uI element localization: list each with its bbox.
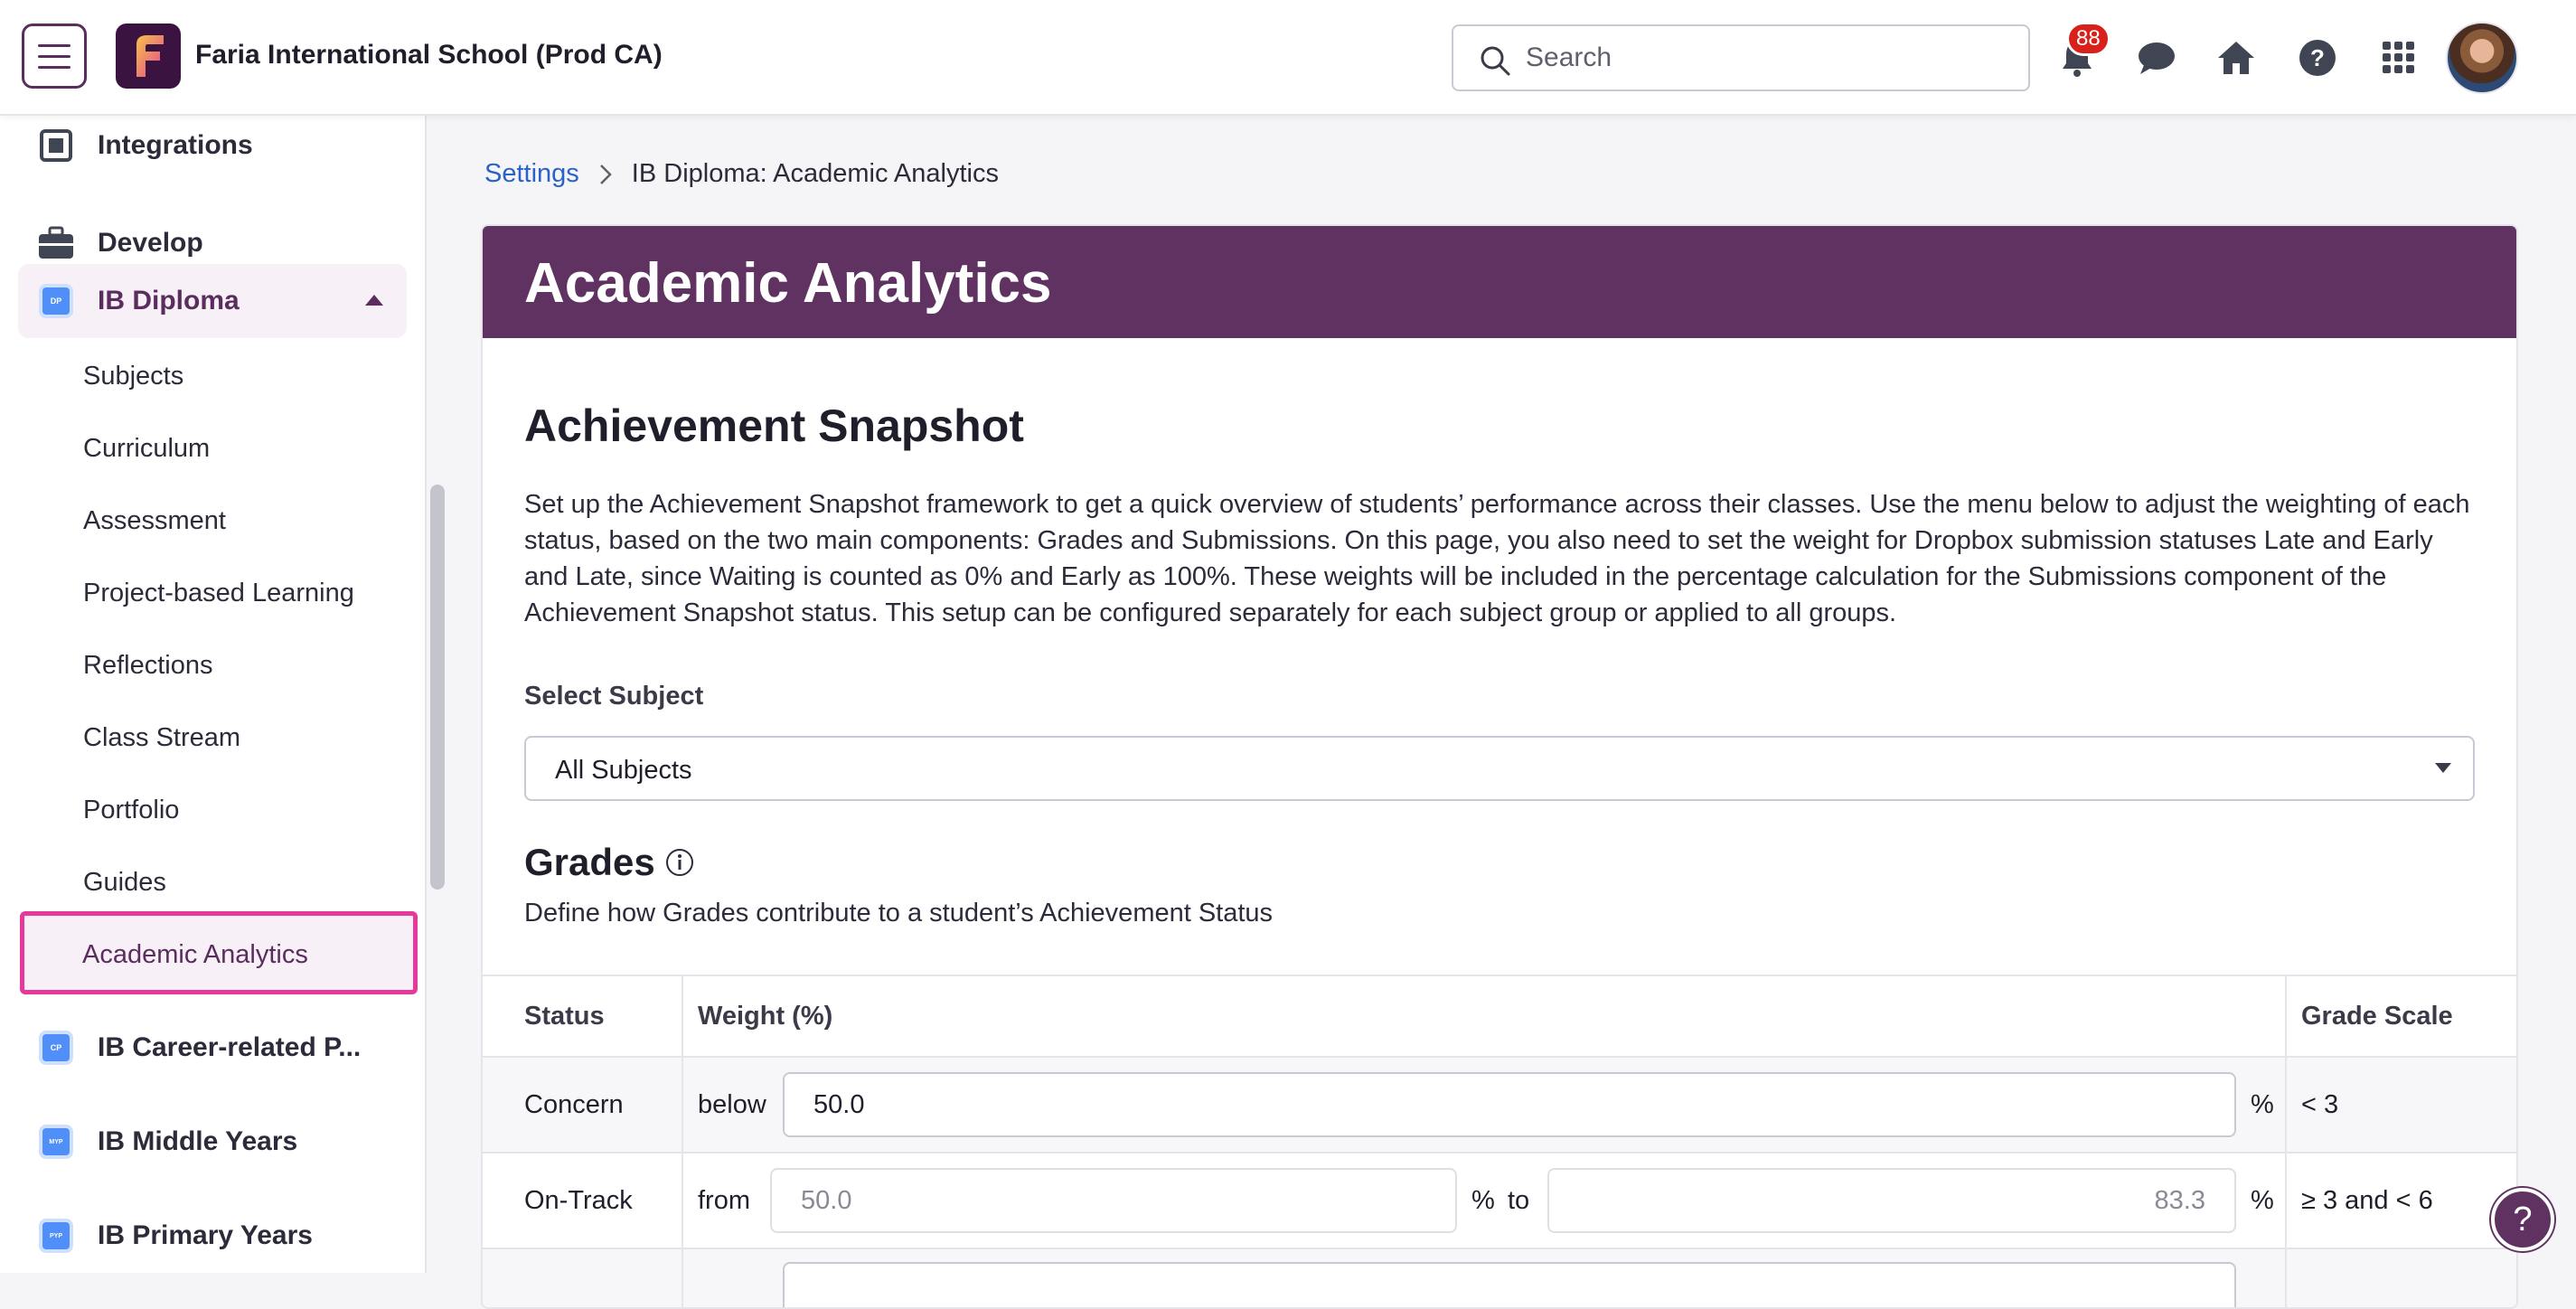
percent-unit: % [2251,1090,2274,1119]
concern-below-input[interactable] [783,1072,2236,1137]
table-row-concern: Concern below % < 3 [483,1056,2516,1152]
hamburger-menu-button[interactable] [22,24,87,89]
question-mark-icon: ? [2513,1200,2533,1238]
sidebar-item-label: IB Career-related P... [98,1032,362,1062]
sidebar-subitem-class-stream[interactable]: Class Stream [83,723,240,753]
select-subject-label: Select Subject [524,682,704,711]
sidebar-item-label: IB Middle Years [98,1126,298,1156]
ib-middle-years-icon: MYP [36,1122,76,1162]
header-weight: Weight (%) [698,1002,833,1031]
sidebar-subitem-label: Academic Analytics [82,940,308,969]
sidebar-scrollbar[interactable] [430,485,445,890]
sidebar-subitem-project-based-learning[interactable]: Project-based Learning [83,579,354,608]
grade-scale-cell: < 3 [2301,1090,2339,1119]
notification-badge: 88 [2066,22,2111,56]
percent-unit: % [2251,1186,2274,1215]
subject-select-value: All Subjects [555,756,692,785]
info-icon[interactable] [664,847,695,878]
grades-title: Grades [524,841,655,883]
sidebar-item-ib-primary-years[interactable]: PYP IB Primary Years [18,1199,407,1273]
page-title: Academic Analytics [524,252,1052,315]
menu-line [38,65,71,69]
academic-analytics-card: Academic Analytics Achievement Snapshot … [481,224,2518,1309]
grades-heading: Grades [524,841,695,884]
sidebar-item-label: IB Diploma [98,286,240,315]
top-bar: Faria International School (Prod CA) 88 … [0,0,2576,116]
to-label: to [1508,1186,1530,1215]
next-row-input[interactable] [783,1262,2236,1307]
grades-description: Define how Grades contribute to a studen… [524,899,1274,928]
ib-diploma-icon: DP [36,281,76,321]
chevron-up-icon [365,295,383,306]
caret-down-icon [2435,763,2451,773]
table-row-on-track: On-Track from % to % ≥ 3 and < 6 [483,1152,2516,1248]
sidebar-subitem-assessment[interactable]: Assessment [83,506,226,536]
sidebar-item-ib-diploma[interactable]: DP IB Diploma [18,264,407,338]
search-box[interactable] [1452,24,2030,91]
section-title: Achievement Snapshot [524,400,1024,451]
breadcrumb-settings-link[interactable]: Settings [484,159,579,189]
sidebar-item-integrations[interactable]: Integrations [18,116,407,183]
apps-grid-icon[interactable] [2377,36,2421,80]
svg-text:?: ? [2310,44,2325,71]
ib-career-related-icon: CP [36,1028,76,1068]
table-row-partial [483,1248,2516,1307]
on-track-from-input[interactable] [770,1168,1457,1233]
chat-bubble-icon[interactable] [2135,36,2178,80]
subject-select[interactable]: All Subjects [524,736,2475,801]
status-cell: On-Track [524,1186,633,1215]
header-status: Status [524,1002,605,1031]
user-avatar[interactable] [2446,22,2518,94]
sidebar-item-label: Integrations [98,130,253,160]
grade-scale-cell: ≥ 3 and < 6 [2301,1186,2433,1215]
sidebar-subitem-guides[interactable]: Guides [83,868,166,898]
sidebar-item-ib-middle-years[interactable]: MYP IB Middle Years [18,1105,407,1179]
help-fab-button[interactable]: ? [2491,1188,2554,1251]
search-input[interactable] [1526,26,2014,89]
chevron-right-icon [599,164,612,184]
integrations-icon [36,126,76,165]
section-description: Set up the Achievement Snapshot framewor… [524,490,2470,627]
school-name[interactable]: Faria International School (Prod CA) [195,40,663,71]
column-divider [2285,975,2287,1307]
status-cell: Concern [524,1090,624,1119]
prefix-label: from [698,1186,750,1215]
faria-logo-icon[interactable] [116,24,181,89]
breadcrumb: Settings IB Diploma: Academic Analytics [484,159,999,189]
table-header-row: Status Weight (%) Grade Scale [483,975,2516,1056]
ib-primary-years-icon: PYP [36,1216,76,1256]
sidebar-item-ib-career-related[interactable]: CP IB Career-related P... [18,1011,407,1085]
column-divider [682,975,683,1307]
search-icon [1481,46,1510,76]
sidebar-subitem-reflections[interactable]: Reflections [83,651,212,681]
menu-line [38,43,71,47]
help-icon[interactable]: ? [2296,36,2339,80]
on-track-to-input[interactable] [1547,1168,2236,1233]
sidebar-subitem-curriculum[interactable]: Curriculum [83,434,210,464]
sidebar-item-label: Develop [98,228,203,258]
sidebar-subitem-academic-analytics[interactable]: Academic Analytics [20,911,418,994]
percent-unit: % [1471,1186,1495,1215]
sidebar-item-label: IB Primary Years [98,1220,313,1250]
header-grade-scale: Grade Scale [2301,1002,2453,1031]
prefix-label: below [698,1090,766,1119]
sidebar-subitem-subjects[interactable]: Subjects [83,362,183,391]
briefcase-icon [36,223,76,263]
sidebar-subitem-portfolio[interactable]: Portfolio [83,796,179,825]
menu-line [38,54,71,58]
home-icon[interactable] [2214,36,2258,80]
sidebar: Integrations Develop DP IB Diploma Subje… [0,116,427,1273]
page-header-banner: Academic Analytics [483,226,2516,338]
breadcrumb-current: IB Diploma: Academic Analytics [631,159,999,188]
